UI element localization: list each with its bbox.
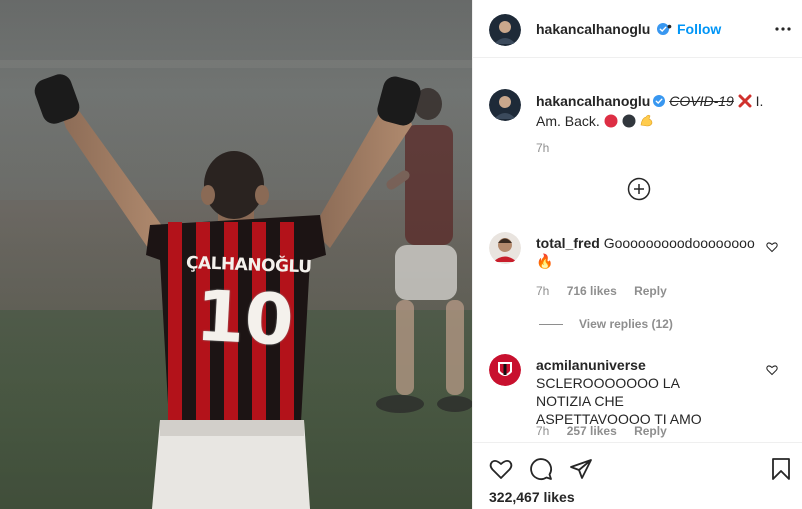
share-icon[interactable] [569, 457, 593, 481]
red-circle-icon [604, 114, 618, 128]
avatar[interactable] [489, 14, 521, 46]
avatar-image [489, 89, 521, 121]
flexed-biceps-icon [641, 114, 653, 127]
comment-likes[interactable]: 716 likes [567, 284, 617, 298]
comment-time: 7h [536, 284, 550, 298]
comment-username[interactable]: acmilanuniverse [536, 357, 646, 373]
comment-likes[interactable]: 257 likes [567, 424, 617, 438]
post-photo[interactable]: ÇALHANOĞLU 10 [0, 0, 472, 509]
comment-emoji: 🔥 [536, 253, 554, 269]
post-side-panel: hakancalhanoglu • Follow hakancalhanoglu… [472, 0, 802, 509]
post-caption: hakancalhanoglu COVID-19 I. Am. Back. [536, 91, 786, 131]
view-replies-button[interactable]: View replies (12) [539, 317, 673, 331]
caption-username[interactable]: hakancalhanoglu [536, 93, 650, 109]
comment-icon[interactable] [529, 457, 553, 481]
verified-badge-icon [653, 95, 666, 107]
heart-icon[interactable] [489, 457, 513, 481]
commenter-avatar[interactable] [489, 354, 521, 386]
more-horizontal-icon[interactable] [773, 19, 793, 39]
comment-meta: 7h 716 likes Reply [536, 284, 681, 298]
caption-avatar[interactable] [489, 89, 521, 121]
black-circle-icon [622, 114, 636, 128]
avatar-image [489, 232, 521, 264]
follow-button[interactable]: Follow [677, 21, 721, 37]
comment-reply-button[interactable]: Reply [634, 284, 667, 298]
avatar-image [489, 14, 521, 46]
comment-like-heart-icon[interactable] [766, 241, 778, 253]
jersey-name: ÇALHANOĞLU [185, 253, 312, 278]
comment-time: 7h [536, 424, 550, 438]
avatar-image [489, 354, 521, 386]
post-likes-count[interactable]: 322,467 likes [489, 489, 575, 505]
comment-meta: 7h 257 likes Reply [536, 424, 681, 438]
commenter-avatar[interactable] [489, 232, 521, 264]
separator-dot: • [667, 18, 672, 34]
post-action-bar: 322,467 likes [473, 442, 802, 509]
caption-timestamp: 7h [536, 141, 550, 155]
comment-like-heart-icon[interactable] [766, 364, 778, 376]
caption-struck-text: COVID-19 [669, 93, 734, 109]
cross-mark-icon [738, 94, 752, 108]
comment-text: Gooooooooodoooooooo [603, 235, 755, 251]
post-author-username[interactable]: hakancalhanoglu [536, 21, 650, 37]
bookmark-icon[interactable] [769, 457, 793, 481]
plus-circle-icon[interactable] [627, 177, 651, 201]
jersey-number: 10 [193, 274, 296, 362]
comment-username[interactable]: total_fred [536, 235, 600, 251]
comment-text: SCLEROOOOOOO LA NOTIZIA CHE ASPETTAVOOOO… [536, 375, 702, 427]
post-header: hakancalhanoglu • Follow [473, 0, 802, 58]
comment-body: total_fred Gooooooooodoooooooo 🔥 [536, 234, 766, 270]
comment-reply-button[interactable]: Reply [634, 424, 667, 438]
